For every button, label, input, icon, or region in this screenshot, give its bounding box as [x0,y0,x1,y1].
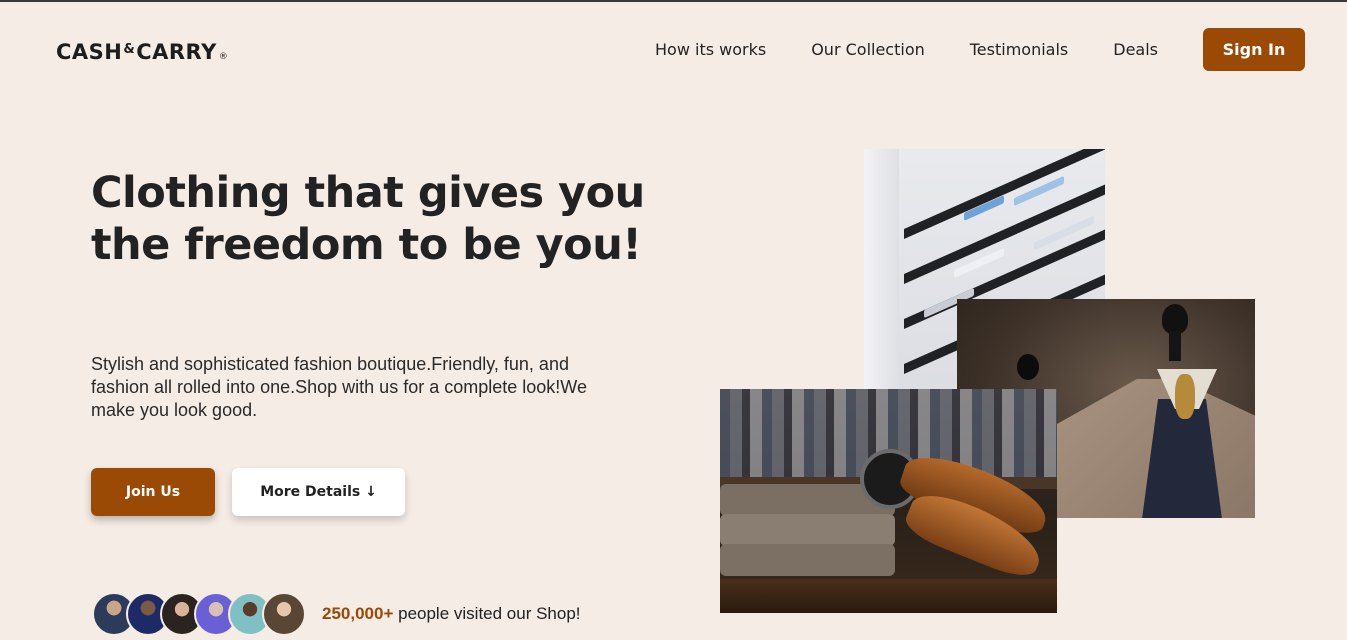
more-details-button[interactable]: More Details ↓ [232,468,405,516]
nav-link-our-collection[interactable]: Our Collection [811,40,925,59]
join-us-button[interactable]: Join Us [91,468,215,516]
hero-description: Stylish and sophisticated fashion boutiq… [91,354,587,420]
nav-link-deals[interactable]: Deals [1113,40,1158,59]
visitor-stats: 250,000+ people visited our Shop! [92,592,581,636]
nav-link-testimonials[interactable]: Testimonials [970,40,1069,59]
brand-name-part1: CASH [56,40,123,64]
avatar [262,592,306,636]
nav-link-how-it-works[interactable]: How its works [655,40,766,59]
registered-mark: ® [218,52,229,62]
brand-name-part2: CARRY [136,40,217,64]
avatar-group [92,592,306,636]
brand-logo[interactable]: CASH & CARRY ® [56,40,228,64]
hero-title: Clothing that gives you the freedom to b… [91,168,645,270]
visitor-count: 250,000+ [322,604,394,623]
visitor-text: 250,000+ people visited our Shop! [322,604,581,624]
sign-in-button[interactable]: Sign In [1203,28,1305,71]
main-nav: How its works Our Collection Testimonial… [655,28,1305,71]
visitor-caption: people visited our Shop! [393,604,581,623]
shoes-sweaters-photo [720,389,1057,613]
brand-ampersand: & [123,42,136,57]
